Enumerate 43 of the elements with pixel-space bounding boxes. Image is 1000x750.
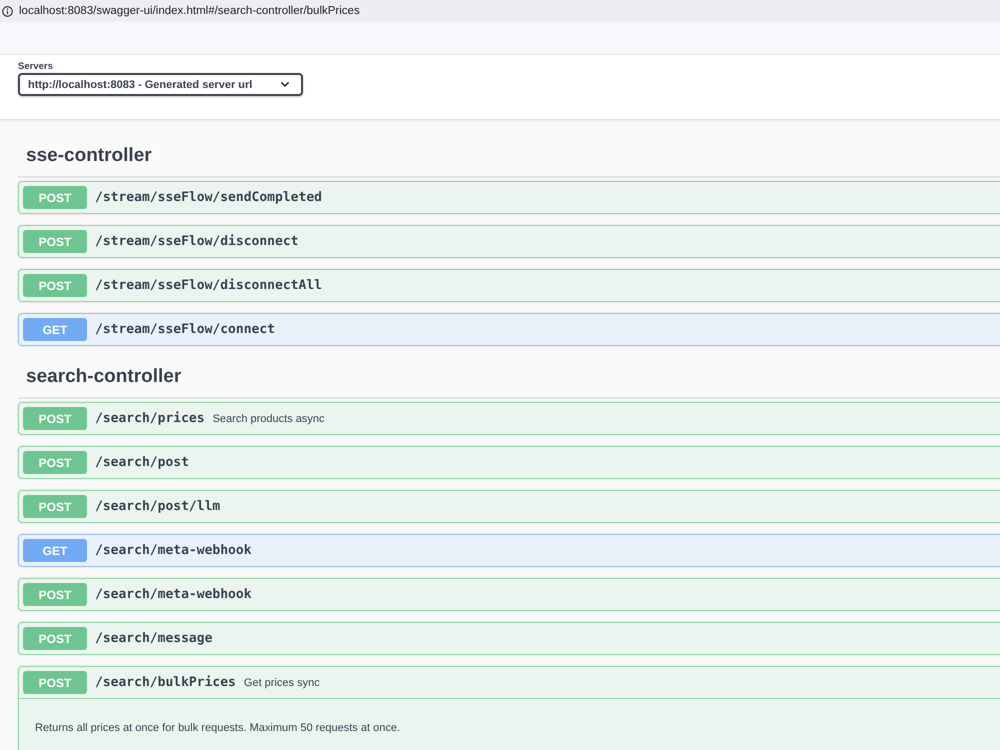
method-badge: POST [23,671,87,694]
info-icon[interactable] [2,6,13,16]
endpoint-row[interactable]: POST /search/post/llm [18,490,1000,523]
endpoint-path: /stream/sseFlow/disconnectAll [95,278,322,293]
endpoint-path: /search/bulkPrices [95,675,236,690]
endpoint-path: /stream/sseFlow/sendCompleted [95,190,322,205]
endpoint-path: /search/meta-webhook [95,543,252,558]
method-badge: POST [23,583,87,606]
method-badge: POST [23,186,87,209]
method-badge: POST [23,627,87,650]
endpoint-row[interactable]: POST /search/prices Search products async [18,402,1000,435]
method-badge: POST [23,407,87,430]
endpoint-path: /search/message [95,631,212,646]
endpoint-path: /search/post [95,455,189,470]
url-text[interactable]: localhost:8083/swagger-ui/index.html#/search-controller/bulkPrices [19,5,360,17]
endpoint-summary: Get prices sync [244,676,320,688]
endpoint-path: /search/meta-webhook [95,587,252,602]
endpoint-path: /stream/sseFlow/connect [95,322,276,337]
endpoint-row[interactable]: POST /search/post [18,446,1000,479]
method-badge: GET [23,539,87,562]
method-badge: POST [23,274,87,297]
endpoint-row[interactable]: GET /stream/sseFlow/connect [18,313,1000,346]
section-heading[interactable]: sse-controller [18,136,1000,178]
endpoint-row[interactable]: POST /search/bulkPrices Get prices sync Returns all prices at once for bulk requests. Maximum 50 requests at once. [18,666,1000,750]
chevron-down-icon [281,82,289,87]
method-badge: POST [23,451,87,474]
endpoint-row[interactable]: POST /search/message [18,622,1000,655]
endpoint-path: /search/post/llm [95,499,220,514]
method-badge: GET [23,318,87,341]
endpoint-summary: Search products async [212,412,324,424]
endpoint-path: /stream/sseFlow/disconnect [95,234,298,249]
method-badge: POST [23,230,87,253]
endpoint-row[interactable]: POST /stream/sseFlow/disconnect [18,225,1000,258]
endpoint-row[interactable]: GET /search/meta-webhook [18,534,1000,567]
endpoint-row[interactable]: POST /stream/sseFlow/sendCompleted [18,181,1000,214]
endpoint-row[interactable]: POST /stream/sseFlow/disconnectAll [18,269,1000,302]
server-select[interactable]: http://localhost:8083 - Generated server url [18,73,303,96]
endpoint-description: Returns all prices at once for bulk requests. Maximum 50 requests at once. [35,722,402,734]
endpoint-row[interactable]: POST /search/meta-webhook [18,578,1000,611]
section-heading[interactable]: search-controller [18,357,1000,399]
servers-label: Servers [18,61,53,72]
method-badge: POST [23,495,87,518]
endpoint-path: /search/prices [95,411,205,426]
